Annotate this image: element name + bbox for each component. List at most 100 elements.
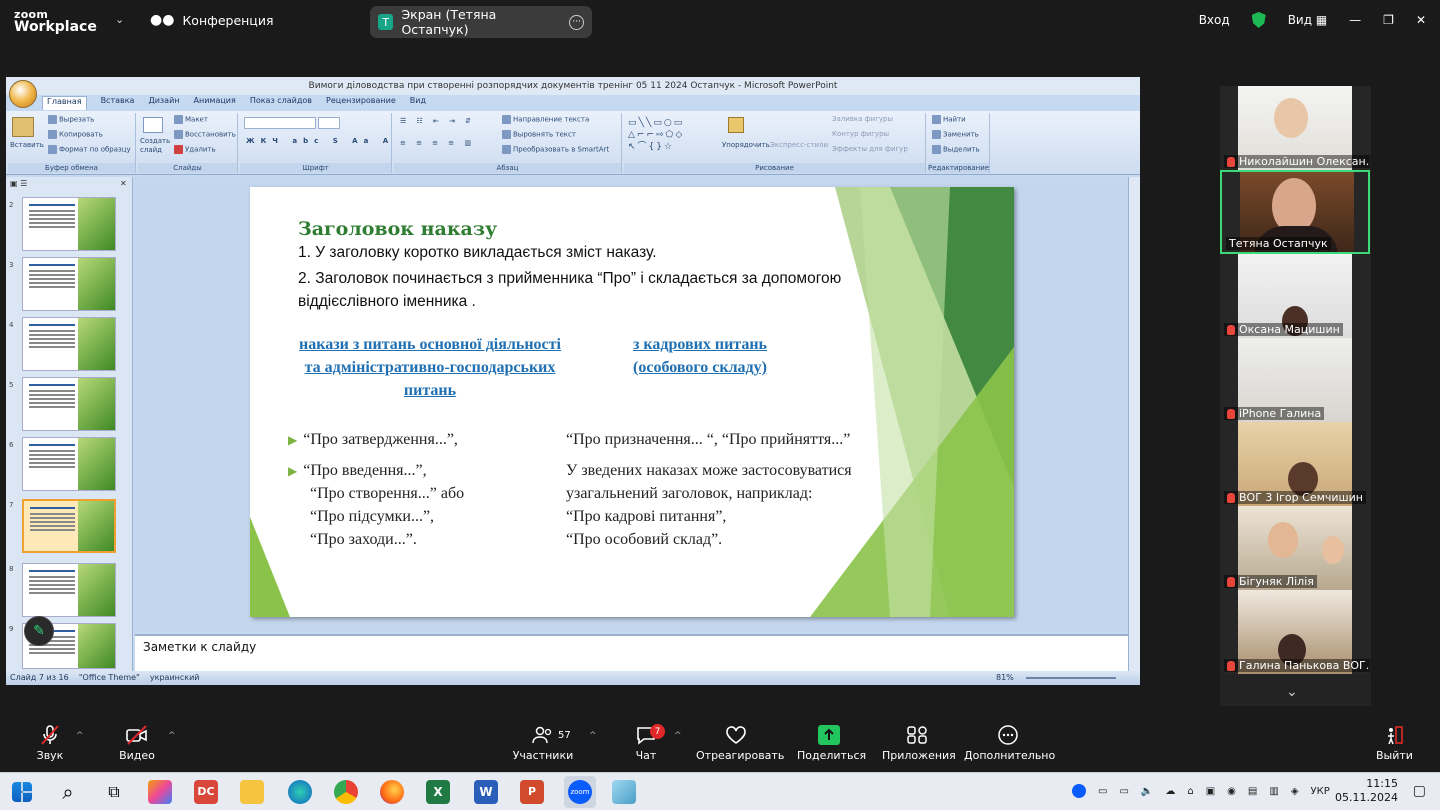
share-screen-button[interactable]: Поделиться — [797, 725, 866, 762]
close-icon[interactable]: ✕ — [1416, 13, 1426, 27]
participants-options-caret[interactable]: ^ — [589, 731, 597, 741]
meeting-info-button[interactable]: ●● Конференция — [150, 12, 273, 28]
apps-button[interactable]: Приложения — [882, 725, 956, 762]
strip-scroll-down-icon[interactable]: ⌄ — [1286, 684, 1298, 700]
new-slide-icon[interactable] — [143, 117, 163, 133]
security-shield-icon[interactable] — [1251, 12, 1266, 28]
office-button[interactable] — [9, 80, 37, 108]
tab-review[interactable]: Рецензирование — [326, 96, 396, 110]
onedrive-icon[interactable]: ☁ — [1165, 786, 1175, 797]
align-buttons[interactable]: ≡ ≡ ≡ ≡ ▥ — [400, 139, 475, 147]
video-button[interactable]: Видео — [114, 725, 160, 762]
restore-icon[interactable]: ❐ — [1383, 13, 1394, 27]
windows-start-icon[interactable] — [12, 782, 32, 802]
copy-button[interactable]: Копировать — [48, 130, 103, 139]
excel-icon[interactable]: X — [426, 780, 450, 804]
participant-tile[interactable]: iPhone Галина — [1220, 338, 1370, 422]
paste-button[interactable]: Вставить — [10, 141, 44, 149]
quick-styles-button[interactable]: Экспресс-стили — [770, 141, 828, 149]
panel-close-icon[interactable]: ✕ — [120, 179, 127, 188]
cut-button[interactable]: Вырезать — [48, 115, 94, 124]
tray-app-icon[interactable]: ▤ — [1248, 786, 1257, 797]
shapes-gallery[interactable]: ▭╲╲▭○▭ △⌐⌐⇨⬠◇ ↖⌒{}☆ — [628, 117, 720, 153]
slide-vertical-scrollbar[interactable] — [1128, 177, 1140, 671]
align-text-button[interactable]: Выровнять текст — [502, 130, 576, 139]
slide-thumbnail[interactable] — [22, 437, 116, 491]
slide-thumbnail-selected[interactable] — [22, 499, 116, 553]
more-options-icon[interactable]: ··· — [569, 14, 584, 30]
arrange-button[interactable]: Упорядочить — [722, 141, 770, 149]
task-view-icon[interactable]: ⧉ — [102, 780, 126, 804]
word-icon[interactable]: W — [474, 780, 498, 804]
find-button[interactable]: Найти — [932, 115, 966, 124]
paste-icon[interactable] — [12, 117, 34, 137]
shape-fill-button[interactable]: Заливка фигуры — [832, 115, 893, 123]
tray-app-icon[interactable]: ▥ — [1269, 786, 1278, 797]
select-button[interactable]: Выделить — [932, 145, 980, 154]
participant-tile[interactable]: Галина Панькова ВОГ... — [1220, 590, 1370, 674]
zoom-slider[interactable] — [1026, 677, 1116, 679]
signin-button[interactable]: Вход — [1199, 13, 1230, 27]
file-explorer-icon[interactable] — [240, 780, 264, 804]
paint-icon[interactable] — [612, 780, 636, 804]
participant-tile-active-speaker[interactable]: Тетяна Остапчук — [1220, 170, 1370, 254]
firefox-icon[interactable] — [380, 780, 404, 804]
audio-button[interactable]: Звук — [30, 725, 70, 762]
status-zoom[interactable]: 81% — [996, 671, 1014, 685]
layout-button[interactable]: Макет — [174, 115, 208, 124]
smartart-button[interactable]: Преобразовать в SmartArt — [502, 145, 609, 154]
participant-tile[interactable]: Николайшин Олексан... — [1220, 86, 1370, 170]
more-button[interactable]: Дополнительно — [964, 725, 1055, 762]
tray-app-icon[interactable]: ⌂ — [1187, 786, 1193, 797]
current-slide[interactable]: Заголовок наказу 1. У заголовку коротко … — [250, 187, 1014, 617]
tab-view[interactable]: Вид — [410, 96, 426, 110]
chevron-down-icon[interactable]: ⌄ — [115, 13, 124, 26]
shape-effects-button[interactable]: Эффекты для фигур — [832, 145, 908, 153]
slide-thumbnail[interactable] — [22, 197, 116, 251]
network-icon[interactable]: ▭ — [1098, 786, 1107, 797]
leave-meeting-button[interactable]: Выйти — [1376, 725, 1413, 762]
tab-design[interactable]: Дизайн — [148, 96, 179, 110]
slide-thumbnail[interactable] — [22, 257, 116, 311]
arrange-icon[interactable] — [728, 117, 744, 133]
font-size-select[interactable] — [318, 117, 340, 129]
dc-app-icon[interactable]: DC — [194, 780, 218, 804]
keyboard-language[interactable]: УКР — [1311, 786, 1330, 797]
tab-slideshow[interactable]: Показ слайдов — [250, 96, 312, 110]
annotate-pencil-button[interactable]: ✎ — [24, 616, 54, 646]
tab-insert[interactable]: Вставка — [101, 96, 135, 110]
slide-thumbnail[interactable] — [22, 377, 116, 431]
view-button[interactable]: Вид ▦ — [1288, 13, 1327, 27]
shape-outline-button[interactable]: Контур фигуры — [832, 130, 889, 138]
font-name-select[interactable] — [244, 117, 316, 129]
edge-icon[interactable] — [288, 780, 312, 804]
audio-options-caret[interactable]: ^ — [76, 731, 84, 741]
clock[interactable]: 11:15 05.11.2024 — [1335, 777, 1398, 805]
slide-thumbnail[interactable] — [22, 563, 116, 617]
chrome-icon[interactable] — [334, 780, 358, 804]
tab-animation[interactable]: Анимация — [194, 96, 236, 110]
screen-share-pill[interactable]: T Экран (Тетяна Остапчук) ··· — [370, 6, 592, 38]
video-options-caret[interactable]: ^ — [168, 731, 176, 741]
battery-icon[interactable]: ▭ — [1119, 786, 1128, 797]
slide-thumbnail[interactable] — [22, 317, 116, 371]
slide-notes-field[interactable]: Заметки к слайду — [135, 634, 1128, 671]
text-direction-button[interactable]: Направление текста — [502, 115, 589, 124]
format-painter-button[interactable]: Формат по образцу — [48, 145, 131, 154]
panel-tabs[interactable]: ▣ ☰ — [10, 179, 27, 188]
font-format-buttons[interactable]: ЖКЧ abc S Aa A — [246, 137, 394, 145]
list-buttons[interactable]: ☰ ☷ ⇤ ⇥ ⇵ — [400, 117, 475, 125]
chat-options-caret[interactable]: ^ — [674, 731, 682, 741]
search-icon[interactable]: ⌕ — [56, 780, 80, 804]
zoom-taskbar-active[interactable]: zoom — [564, 776, 596, 808]
volume-icon[interactable]: 🔈 — [1141, 786, 1153, 797]
tray-app-icon[interactable]: ◉ — [1227, 786, 1236, 797]
participant-tile[interactable]: Бігуняк Лілія — [1220, 506, 1370, 590]
react-button[interactable]: Отреагировать — [696, 725, 784, 762]
tray-app-icon[interactable]: ◈ — [1291, 786, 1299, 797]
replace-button[interactable]: Заменить — [932, 130, 979, 139]
reset-button[interactable]: Восстановить — [174, 130, 236, 139]
powerpoint-icon[interactable]: P — [520, 780, 544, 804]
new-slide-button[interactable]: Создать слайд — [140, 137, 170, 155]
participant-tile[interactable]: Оксана Мацишин — [1220, 254, 1370, 338]
